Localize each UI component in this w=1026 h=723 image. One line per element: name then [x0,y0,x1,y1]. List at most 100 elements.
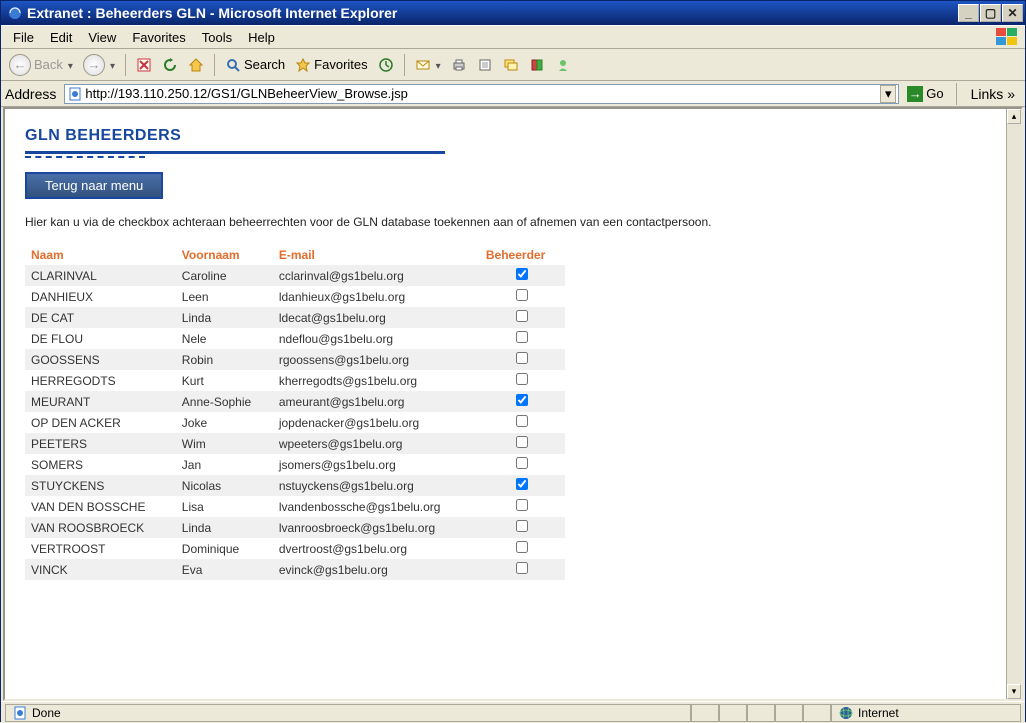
links-button[interactable]: Links [965,86,1021,102]
cell-email: ameurant@gs1belu.org [273,391,480,412]
status-pane-4 [775,704,803,722]
cell-naam: STUYCKENS [25,475,176,496]
stop-button[interactable] [132,53,156,77]
beheerder-checkbox[interactable] [516,478,528,490]
beheerder-checkbox[interactable] [516,562,528,574]
title-dash [25,156,145,158]
menu-view[interactable]: View [80,27,124,48]
beheerder-checkbox[interactable] [516,457,528,469]
edit-button[interactable] [473,53,497,77]
title-underline [25,151,445,154]
refresh-icon [162,57,178,73]
beheerder-checkbox[interactable] [516,415,528,427]
cell-naam: GOOSSENS [25,349,176,370]
cell-voornaam: Wim [176,433,273,454]
beheerder-checkbox[interactable] [516,310,528,322]
cell-beheerder [480,349,565,370]
page-done-icon [12,705,28,721]
menu-file[interactable]: File [5,27,42,48]
beheerder-checkbox[interactable] [516,268,528,280]
beheerder-checkbox[interactable] [516,499,528,511]
scroll-up-button[interactable]: ▴ [1007,109,1021,124]
cell-beheerder [480,433,565,454]
status-text: Done [32,706,61,720]
cell-voornaam: Dominique [176,538,273,559]
ie-app-icon [7,5,23,21]
go-button[interactable]: → Go [903,84,947,104]
scroll-down-button[interactable]: ▾ [1007,684,1021,699]
discuss-button[interactable] [499,53,523,77]
cell-voornaam: Anne-Sophie [176,391,273,412]
mail-dropdown-icon [434,57,441,72]
stop-icon [136,57,152,73]
print-icon [451,57,467,73]
cell-voornaam: Linda [176,517,273,538]
cell-voornaam: Nicolas [176,475,273,496]
history-icon [378,57,394,73]
menu-tools[interactable]: Tools [194,27,240,48]
cell-naam: MEURANT [25,391,176,412]
beheerder-checkbox[interactable] [516,394,528,406]
cell-beheerder [480,517,565,538]
cell-beheerder [480,391,565,412]
cell-beheerder [480,538,565,559]
url-input[interactable] [83,86,880,101]
favorites-button[interactable]: Favorites [291,53,371,77]
cell-email: lvanroosbroeck@gs1belu.org [273,517,480,538]
forward-button[interactable]: → [79,53,119,77]
back-button[interactable]: ← Back [5,53,77,77]
col-voornaam: Voornaam [176,245,273,265]
status-pane-5 [803,704,831,722]
vertical-scrollbar[interactable]: ▴ ▾ [1006,109,1021,699]
beheerder-checkbox[interactable] [516,520,528,532]
cell-email: ndeflou@gs1belu.org [273,328,480,349]
cell-beheerder [480,307,565,328]
cell-naam: VINCK [25,559,176,580]
refresh-button[interactable] [158,53,182,77]
beheerder-checkbox[interactable] [516,352,528,364]
cell-email: jopdenacker@gs1belu.org [273,412,480,433]
cell-beheerder [480,559,565,580]
home-button[interactable] [184,53,208,77]
beheerder-checkbox[interactable] [516,331,528,343]
cell-voornaam: Robin [176,349,273,370]
statusbar: Done Internet [1,701,1025,723]
cell-voornaam: Joke [176,412,273,433]
menu-favorites[interactable]: Favorites [124,27,193,48]
back-to-menu-button[interactable]: Terug naar menu [25,172,163,199]
beheerder-checkbox[interactable] [516,289,528,301]
table-row: MEURANTAnne-Sophieameurant@gs1belu.org [25,391,565,412]
mail-button[interactable] [411,53,445,77]
cell-voornaam: Caroline [176,265,273,286]
addressbar-divider [956,83,957,105]
search-button[interactable]: Search [221,53,289,77]
cell-email: jsomers@gs1belu.org [273,454,480,475]
cell-email: rgoossens@gs1belu.org [273,349,480,370]
menu-edit[interactable]: Edit [42,27,80,48]
page-icon [67,86,83,102]
cell-naam: PEETERS [25,433,176,454]
maximize-button[interactable]: ▢ [980,4,1001,22]
table-row: VINCKEvaevinck@gs1belu.org [25,559,565,580]
menu-help[interactable]: Help [240,27,283,48]
messenger-button[interactable] [551,53,575,77]
toolbar-divider [404,54,405,76]
url-input-container: ▾ [64,84,899,104]
cell-beheerder [480,496,565,517]
table-row: CLARINVALCarolinecclarinval@gs1belu.org [25,265,565,286]
table-row: GOOSSENSRobinrgoossens@gs1belu.org [25,349,565,370]
history-button[interactable] [374,53,398,77]
beheerder-checkbox[interactable] [516,541,528,553]
beheerder-checkbox[interactable] [516,373,528,385]
status-pane-3 [747,704,775,722]
url-dropdown-button[interactable]: ▾ [880,85,896,103]
col-email: E-mail [273,245,480,265]
print-button[interactable] [447,53,471,77]
cell-beheerder [480,475,565,496]
minimize-button[interactable]: _ [958,4,979,22]
security-zone-text: Internet [858,706,899,720]
close-button[interactable]: ✕ [1002,4,1023,22]
research-button[interactable] [525,53,549,77]
beheerder-checkbox[interactable] [516,436,528,448]
scroll-track[interactable] [1007,124,1021,684]
